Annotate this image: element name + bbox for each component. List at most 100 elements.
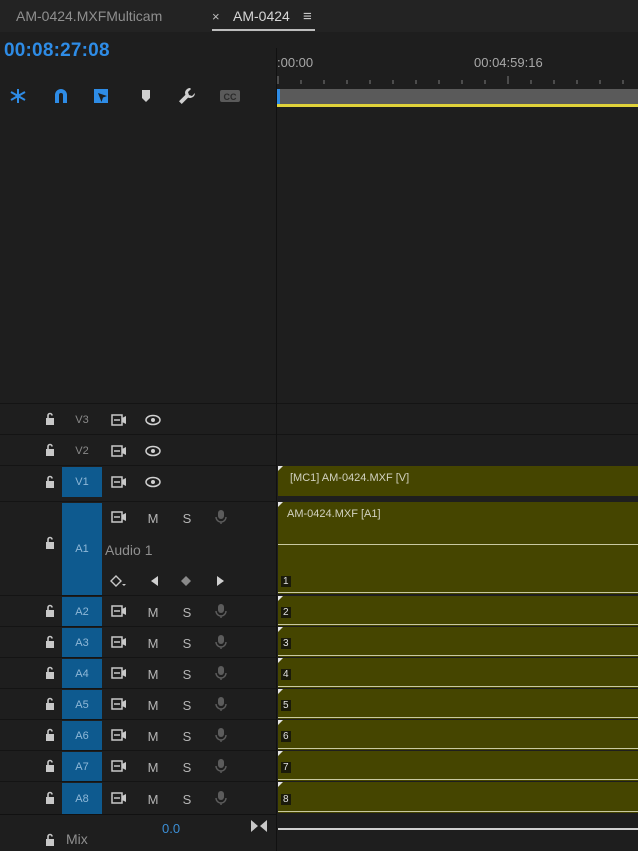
- snap-nest-icon[interactable]: [7, 86, 29, 106]
- sync-lock-icon[interactable]: [109, 411, 129, 429]
- audio-clip-a6[interactable]: 6: [278, 720, 638, 750]
- volume-line[interactable]: [278, 655, 638, 656]
- tab-close-icon[interactable]: ×: [212, 9, 220, 24]
- volume-line[interactable]: [278, 748, 638, 749]
- sync-lock-icon[interactable]: [109, 473, 129, 491]
- add-keyframe-icon[interactable]: [176, 572, 196, 590]
- lock-icon[interactable]: [44, 697, 56, 711]
- closed-captions-icon[interactable]: CC: [219, 86, 241, 106]
- solo-button[interactable]: S: [177, 509, 197, 527]
- sync-lock-icon[interactable]: [109, 633, 129, 651]
- work-area-bar[interactable]: [277, 104, 638, 107]
- audio-clip-a2[interactable]: 2: [278, 596, 638, 626]
- lock-icon[interactable]: [44, 635, 56, 649]
- lock-icon[interactable]: [44, 443, 56, 457]
- lock-icon[interactable]: [44, 833, 56, 847]
- microphone-icon[interactable]: [211, 695, 231, 713]
- volume-line[interactable]: [278, 686, 638, 687]
- tab-active-sequence[interactable]: AM-0424: [233, 8, 290, 24]
- sync-lock-icon[interactable]: [109, 789, 129, 807]
- volume-line[interactable]: [278, 592, 638, 593]
- mute-button[interactable]: M: [143, 727, 163, 745]
- lock-icon[interactable]: [44, 791, 56, 805]
- sync-lock-icon[interactable]: [109, 695, 129, 713]
- mute-button[interactable]: M: [143, 790, 163, 808]
- tab-multicam-sequence[interactable]: AM-0424.MXFMulticam: [16, 8, 162, 24]
- microphone-icon[interactable]: [211, 633, 231, 651]
- magnet-snap-icon[interactable]: [50, 86, 72, 106]
- microphone-icon[interactable]: [211, 757, 231, 775]
- sync-lock-icon[interactable]: [109, 442, 129, 460]
- mute-button[interactable]: M: [143, 758, 163, 776]
- playhead-timecode[interactable]: 00:08:27:08: [4, 40, 110, 62]
- mix-volume-value[interactable]: 0.0: [162, 821, 180, 836]
- lock-icon[interactable]: [44, 475, 56, 489]
- audio-clip-a5[interactable]: 5: [278, 689, 638, 719]
- mute-button[interactable]: M: [143, 665, 163, 683]
- lock-icon[interactable]: [44, 728, 56, 742]
- track-target-a5[interactable]: A5: [62, 690, 102, 720]
- playhead-marker[interactable]: [277, 89, 280, 105]
- wrench-settings-icon[interactable]: [176, 86, 198, 106]
- previous-keyframe-icon[interactable]: [144, 572, 164, 590]
- audio-clip-a4[interactable]: 4: [278, 658, 638, 688]
- microphone-icon[interactable]: [211, 602, 231, 620]
- track-target-a7[interactable]: A7: [62, 752, 102, 782]
- track-target-v1[interactable]: V1: [62, 467, 102, 497]
- track-target-a4[interactable]: A4: [62, 659, 102, 689]
- panel-menu-icon[interactable]: ≡: [303, 8, 312, 25]
- linked-selection-icon[interactable]: [91, 86, 113, 106]
- timeline-zoom-scrollbar[interactable]: [277, 89, 638, 105]
- sync-lock-icon[interactable]: [109, 757, 129, 775]
- solo-button[interactable]: S: [177, 758, 197, 776]
- mute-button[interactable]: M: [143, 603, 163, 621]
- track-target-a8[interactable]: A8: [62, 783, 102, 814]
- next-keyframe-icon[interactable]: [211, 572, 231, 590]
- sync-lock-icon[interactable]: [109, 664, 129, 682]
- microphone-icon[interactable]: [211, 508, 231, 526]
- solo-button[interactable]: S: [177, 665, 197, 683]
- audio-clip-a8[interactable]: 8: [278, 782, 638, 813]
- volume-line[interactable]: [278, 811, 638, 812]
- track-target-a1[interactable]: A1: [62, 503, 102, 595]
- track-target-a6[interactable]: A6: [62, 721, 102, 751]
- lock-icon[interactable]: [44, 666, 56, 680]
- volume-line[interactable]: [278, 779, 638, 780]
- go-to-in-out-icon[interactable]: [249, 817, 269, 835]
- track-target-a3[interactable]: A3: [62, 628, 102, 658]
- mute-button[interactable]: M: [143, 634, 163, 652]
- keyframe-toggle-icon[interactable]: [108, 572, 128, 590]
- mute-button[interactable]: M: [143, 509, 163, 527]
- lock-icon[interactable]: [44, 604, 56, 618]
- time-ruler[interactable]: :00:00 00:04:59:16: [277, 48, 638, 88]
- eye-visibility-icon[interactable]: [143, 473, 163, 491]
- track-target-v2[interactable]: V2: [62, 435, 102, 466]
- track-lane-v2[interactable]: [277, 434, 638, 465]
- audio-clip-a3[interactable]: 3: [278, 627, 638, 657]
- solo-button[interactable]: S: [177, 603, 197, 621]
- volume-line[interactable]: [278, 624, 638, 625]
- volume-line[interactable]: [278, 717, 638, 718]
- lock-icon[interactable]: [44, 412, 56, 426]
- add-marker-icon[interactable]: [135, 86, 157, 106]
- audio-clip-a7[interactable]: 7: [278, 751, 638, 781]
- audio-clip-a1[interactable]: AM-0424.MXF [A1] 1: [278, 502, 638, 594]
- microphone-icon[interactable]: [211, 664, 231, 682]
- solo-button[interactable]: S: [177, 696, 197, 714]
- sync-lock-icon[interactable]: [109, 726, 129, 744]
- track-lane-v3[interactable]: [277, 403, 638, 434]
- track-target-v3[interactable]: V3: [62, 404, 102, 435]
- solo-button[interactable]: S: [177, 634, 197, 652]
- microphone-icon[interactable]: [211, 789, 231, 807]
- mute-button[interactable]: M: [143, 696, 163, 714]
- lock-icon[interactable]: [44, 536, 56, 550]
- mix-volume-line[interactable]: [278, 828, 638, 830]
- solo-button[interactable]: S: [177, 790, 197, 808]
- eye-visibility-icon[interactable]: [143, 442, 163, 460]
- solo-button[interactable]: S: [177, 727, 197, 745]
- video-clip[interactable]: [MC1] AM-0424.MXF [V]: [278, 466, 638, 496]
- track-target-a2[interactable]: A2: [62, 597, 102, 627]
- sync-lock-icon[interactable]: [109, 508, 129, 526]
- lock-icon[interactable]: [44, 759, 56, 773]
- sync-lock-icon[interactable]: [109, 602, 129, 620]
